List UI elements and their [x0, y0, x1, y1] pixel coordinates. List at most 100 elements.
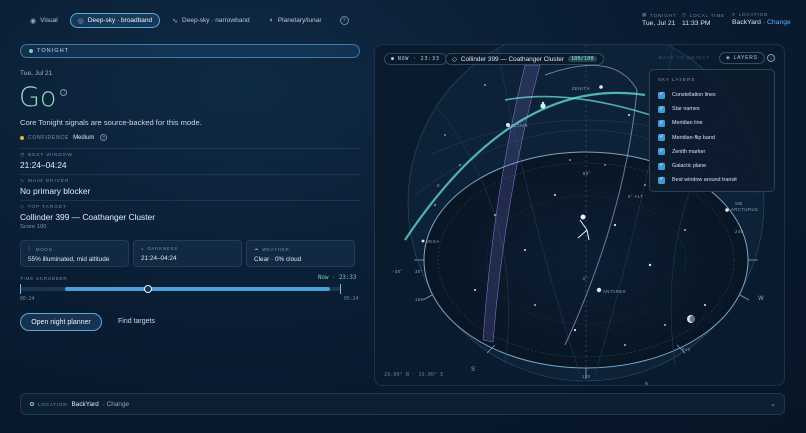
compass-w: W: [758, 296, 764, 302]
alt-label: -30°: [393, 269, 403, 274]
time-scrubber-now: Now · 23:33: [318, 275, 357, 281]
checkbox-checked-icon[interactable]: ✓: [658, 148, 665, 156]
conditions-cards: ☾ MOON 55% illuminated, mid altitude ◒ DAR…: [20, 240, 355, 267]
best-window-label: BEST WINDOW: [28, 153, 73, 158]
darkness-card: ◒ DARKNESS 21:24–04:24: [133, 240, 242, 267]
time-scrubber-handle[interactable]: [144, 285, 153, 293]
time-scrubber-track[interactable]: [20, 284, 341, 294]
time-scrubber-end: 05:24: [344, 297, 359, 302]
help-icon[interactable]: ?: [100, 134, 108, 141]
azimuth-label: 210: [682, 347, 691, 352]
card-value: 21:24–04:24: [141, 255, 177, 262]
card-label: WEATHER: [262, 246, 290, 252]
calendar-icon: ▦: [642, 12, 648, 17]
header-local-time: ◷ LOCAL TIME 11:33 PM: [682, 12, 725, 27]
star-label-antares: ANTARES: [603, 289, 626, 294]
planet-icon: ◐: [269, 17, 274, 24]
confidence-dot-icon: [20, 135, 24, 140]
now-chip[interactable]: ● NOW · 23:33: [384, 53, 447, 65]
divider: [20, 148, 360, 149]
time-scrubber-start-tick: [20, 284, 21, 294]
verdict-subline: Core Tonight signals are source-backed f…: [20, 118, 202, 127]
checkbox-checked-icon[interactable]: ✓: [658, 105, 665, 113]
card-label: MOON: [35, 246, 53, 252]
layers-button-label: LAYERS: [733, 55, 758, 61]
checkbox-checked-icon[interactable]: ✓: [658, 176, 665, 184]
layer-toggle-zenith-marker[interactable]: ✓ Zenith marker: [658, 145, 766, 159]
alt-mark-label: 0° ALT: [628, 194, 643, 199]
main-driver-value: No primary blocker: [20, 186, 91, 196]
sky-map-panel[interactable]: ZENITH ALTAIR ANTARES ARCTURUS VEGA E S …: [374, 44, 785, 386]
confidence: CONFIDENCE Medium ?: [20, 134, 108, 141]
layer-toggle-galactic-plane[interactable]: ✓ Galactic plane: [658, 159, 766, 173]
time-scrubber-window: [65, 287, 330, 291]
chevron-down-icon[interactable]: ⌄: [770, 400, 776, 408]
card-value: 55% illuminated, mid altitude: [28, 256, 110, 263]
checkbox-checked-icon[interactable]: ✓: [658, 119, 665, 127]
top-target-score: Score 100: [20, 224, 47, 230]
azimuth-label: 240: [735, 229, 744, 234]
weather-card: ☁ WEATHER Clear · 0% cloud: [246, 240, 355, 267]
header-tonight: ▦ TONIGHT Tue, Jul 21: [642, 12, 676, 27]
mode-visual[interactable]: ◉ Visual: [22, 13, 66, 28]
verdict: Go?: [19, 82, 68, 113]
eye-icon: ◉: [30, 17, 37, 25]
mode-deep-sky-broadband[interactable]: ◎ Deep-sky · broadband: [69, 13, 161, 28]
target-chip-label: Collinder 399 — Coathanger Cluster: [460, 55, 564, 63]
layer-label: Constellation lines: [672, 92, 716, 99]
mode-planetary-lunar[interactable]: ◐ Planetary/lunar: [262, 13, 330, 28]
checkbox-checked-icon[interactable]: ✓: [658, 91, 665, 99]
top-target: ◇ TOP TARGET Collinder 399 — Coathanger C…: [20, 205, 155, 230]
pin-icon: ⌾: [732, 12, 736, 17]
alt-label: 60°: [583, 171, 591, 176]
target-icon: ◇: [20, 205, 25, 210]
find-targets-button[interactable]: Find targets: [118, 318, 155, 325]
checkbox-checked-icon[interactable]: ✓: [658, 134, 665, 142]
target-score-badge: 100/100: [567, 56, 597, 62]
layer-toggle-constellation-lines[interactable]: ✓ Constellation lines: [658, 88, 766, 102]
time-scrubber-start: 00:24: [20, 297, 35, 302]
layer-toggle-star-names[interactable]: ✓ Star names: [658, 102, 766, 116]
help-icon[interactable]: ?: [60, 89, 68, 96]
layers-button[interactable]: ◈ LAYERS: [719, 52, 765, 64]
best-window-value: 21:24–04:24: [20, 160, 67, 170]
card-value: Clear · 0% cloud: [254, 256, 302, 263]
tonight-pill-label: TONIGHT: [37, 48, 70, 54]
target-chip[interactable]: ◇ Collinder 399 — Coathanger Cluster 100/1…: [445, 53, 604, 65]
coordinates-readout: 29.00° N · 19.00° E: [384, 372, 444, 378]
mode-label: Planetary/lunar: [277, 17, 322, 24]
layer-toggle-best-window[interactable]: ✓ Best window around transit: [658, 173, 766, 187]
time-scrubber-end-tick: [340, 284, 341, 294]
wave-icon: ∿: [172, 17, 179, 25]
best-window: ◷ BEST WINDOW 21:24–04:24: [20, 153, 73, 170]
open-night-planner-button[interactable]: Open night planner: [20, 313, 102, 331]
main-driver-label: MAIN DRIVER: [27, 179, 70, 184]
mode-deep-sky-narrowband[interactable]: ∿ Deep-sky · narrowband: [164, 13, 257, 28]
help-icon[interactable]: ?: [339, 16, 349, 25]
header-local-time-value: 11:33 PM: [682, 20, 711, 27]
tonight-pill: TONIGHT: [20, 44, 360, 58]
main-driver: ∿ MAIN DRIVER No primary blocker: [20, 179, 90, 196]
layer-label: Galactic plane: [672, 163, 707, 170]
divider: [20, 200, 360, 201]
time-scrubber-label: TIME SCRUBBER: [20, 276, 68, 281]
moon-icon: ☾: [28, 246, 33, 251]
confidence-value: Medium: [73, 134, 95, 141]
layer-toggle-meridian-line[interactable]: ✓ Meridian line: [658, 116, 766, 130]
location-bar[interactable]: LOCATION BackYard · Change ⌄: [20, 393, 785, 415]
info-icon[interactable]: i: [767, 54, 775, 62]
layer-toggle-meridian-flip-band[interactable]: ✓ Meridian-flip band: [658, 131, 766, 145]
galaxy-icon: ◎: [77, 17, 84, 25]
header-tonight-value: Tue, Jul 21: [642, 20, 676, 27]
target-marker[interactable]: [540, 103, 546, 109]
layer-label: Meridian line: [672, 120, 703, 127]
top-bar: ◉ Visual ◎ Deep-sky · broadband ∿ Deep-sky …: [0, 0, 806, 42]
summary-date: Tue, Jul 21: [20, 70, 53, 77]
checkbox-checked-icon[interactable]: ✓: [658, 162, 665, 170]
layer-label: Zenith marker: [672, 148, 706, 155]
layer-label: Star names: [672, 106, 700, 113]
location-bar-change-link[interactable]: · Change: [103, 401, 129, 408]
header-location-change-link[interactable]: Change: [767, 19, 791, 26]
compass-n: N: [645, 381, 649, 386]
back-to-object-button[interactable]: BACK TO OBJECT: [659, 56, 710, 61]
